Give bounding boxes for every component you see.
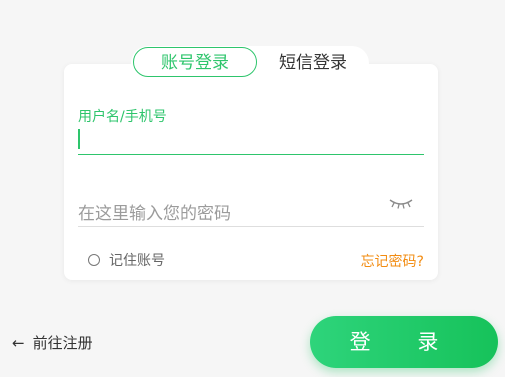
register-label: 前往注册 xyxy=(32,334,93,352)
arrow-left-icon: ← xyxy=(12,333,25,352)
eye-closed-icon[interactable] xyxy=(388,196,414,210)
username-input[interactable] xyxy=(78,126,424,155)
password-input[interactable]: 在这里输入您的密码 xyxy=(78,196,424,227)
tab-sms-login[interactable]: 短信登录 xyxy=(261,46,365,80)
login-button[interactable]: 登 录 xyxy=(310,316,498,368)
remember-label: 记住账号 xyxy=(109,253,165,269)
username-label: 用户名/手机号 xyxy=(78,109,167,125)
go-register-link[interactable]: ← 前往注册 xyxy=(12,332,93,353)
radio-circle-icon xyxy=(88,254,100,266)
login-tabs: 账号登录 短信登录 xyxy=(131,46,369,80)
text-caret xyxy=(78,129,80,149)
password-placeholder: 在这里输入您的密码 xyxy=(78,204,231,224)
forgot-password-link[interactable]: 忘记密码? xyxy=(361,251,424,271)
remember-account-checkbox[interactable]: 记住账号 xyxy=(88,250,165,270)
tab-account-login[interactable]: 账号登录 xyxy=(133,47,257,77)
login-card xyxy=(64,64,438,280)
